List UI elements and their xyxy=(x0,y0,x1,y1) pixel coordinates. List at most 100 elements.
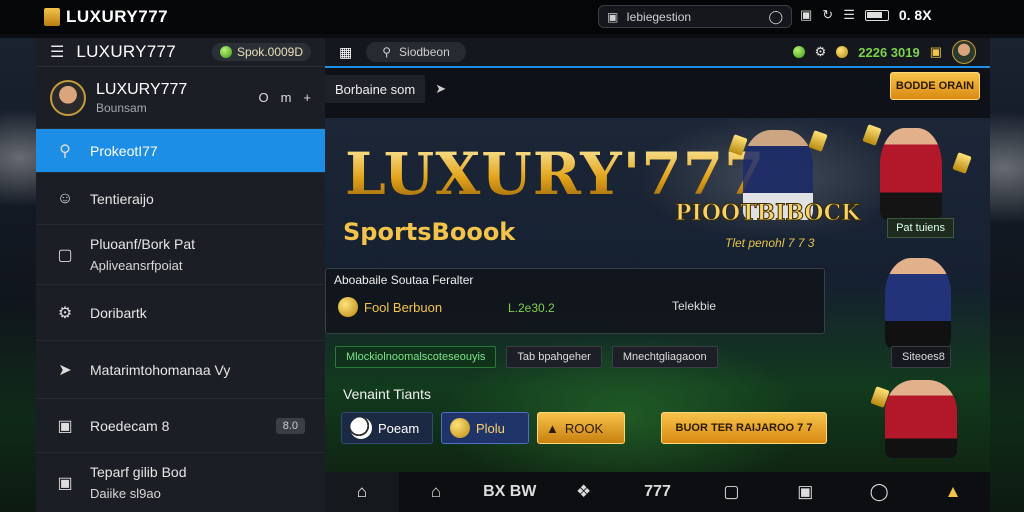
game-button-label: Plolu xyxy=(476,420,505,436)
trophy-icon: ▲ xyxy=(546,420,559,436)
reload-icon[interactable]: ◯ xyxy=(768,9,783,25)
soccer-ball-icon xyxy=(350,417,372,439)
sidebar-item-3[interactable]: ⚙ Doribartk xyxy=(36,284,325,340)
game-button-label: ROOK xyxy=(564,420,604,436)
gear-icon: ⚙ xyxy=(57,304,73,322)
sidebar-item-4[interactable]: ➤ Matarimtohomanaa Vy xyxy=(36,340,325,398)
profile-subtitle: Bounsam xyxy=(96,100,147,115)
balance-pill[interactable]: Spok.0009D xyxy=(211,43,311,61)
chip[interactable]: Mlockiolnoomalscoteseouyis xyxy=(335,346,497,368)
bookmark-icon[interactable]: ▣ xyxy=(768,472,842,512)
sidebar-item-count: 8.0 xyxy=(275,417,305,434)
chat-icon: ▣ xyxy=(57,474,73,492)
wallet-icon[interactable]: ▣ xyxy=(930,44,942,60)
section-title: Venaint Tiants xyxy=(343,386,431,402)
grid-icon[interactable]: ▦ xyxy=(339,44,352,61)
clock: 0. 8X xyxy=(898,7,932,23)
avatar[interactable] xyxy=(952,40,976,64)
search-icon: ⚲ xyxy=(382,45,392,59)
player-figure xyxy=(885,380,957,458)
share-icon[interactable]: ➤ xyxy=(435,81,446,97)
bottom-nav-text[interactable]: BX BW xyxy=(473,472,547,512)
download-icon: ▣ xyxy=(57,417,73,435)
sidebar-item-label: Doribartk xyxy=(90,304,147,321)
panel-title: Aboabaile Soutaa Feralter xyxy=(334,273,474,287)
bell-icon[interactable]: ▲ xyxy=(916,472,990,512)
shield-icon[interactable]: ◯ xyxy=(842,472,916,512)
hero-banner: LUXURY'777 SportsBoook PIOOTBIBOCK Tlet … xyxy=(325,118,990,478)
sidebar-item-1[interactable]: ☺ Tentieraijo xyxy=(36,172,325,224)
hero-sportsbook-label: SportsBoook xyxy=(343,218,516,246)
sidebar-item-label: Pluoanf/Bork Pat xyxy=(90,236,196,252)
gem-icon[interactable] xyxy=(792,46,805,58)
puzzle-icon[interactable]: ❖ xyxy=(547,472,621,512)
sidebar-brand: LUXURY777 xyxy=(76,42,177,61)
search-icon: ⚲ xyxy=(59,142,71,160)
sync-icon: ↻ xyxy=(822,7,834,22)
sidebar: ☰ LUXURY777 Spok.0009D LUXURY777 Bounsam… xyxy=(36,38,325,512)
app-logo: LUXURY777 xyxy=(44,7,168,27)
bet-panel: Aboabaile Soutaa Feralter Fool Berbuon L… xyxy=(325,268,825,334)
profile-control-1[interactable]: m xyxy=(281,90,292,105)
home-outline-icon[interactable]: ⌂ xyxy=(399,472,473,512)
profile-name: LUXURY777 xyxy=(96,80,188,98)
chip[interactable]: Mnechtgliagaoon xyxy=(611,346,718,368)
app-frame: ☰ LUXURY777 Spok.0009D LUXURY777 Bounsam… xyxy=(36,38,990,512)
sidebar-item-sub: Apliveansrfpoiat xyxy=(90,258,183,273)
square-icon: ▢ xyxy=(57,246,73,264)
hero-tag[interactable]: Pat tuiens xyxy=(887,218,954,238)
credits-value: 2226 3019 xyxy=(858,44,920,60)
coin-icon xyxy=(836,46,849,58)
panel-right-label: Telekbie xyxy=(672,299,717,313)
url-bar[interactable]: ▣ Iebiegestion ◯ xyxy=(598,5,792,28)
sub-header: Borbaine som ➤ BODDE ORAIN xyxy=(325,68,990,110)
hero-badge: PIOOTBIBOCK xyxy=(674,200,861,227)
profile-control-2[interactable]: + xyxy=(303,90,311,105)
breadcrumb[interactable]: Borbaine som xyxy=(325,75,426,103)
game-button-label: Poeam xyxy=(378,420,420,436)
chip[interactable]: Siteoes8 xyxy=(891,346,951,368)
screenshot-icon[interactable]: ▣ xyxy=(800,7,812,23)
search-label: Siodbeon xyxy=(399,45,450,59)
profile-control-0[interactable]: O xyxy=(258,90,268,105)
gold-bar-icon xyxy=(808,130,828,152)
profile-controls: O m + xyxy=(258,90,311,105)
gear-icon[interactable]: ⚙ xyxy=(815,44,827,60)
balance-text: Spok.0009D xyxy=(236,45,303,59)
game-button-0[interactable]: Poeam xyxy=(341,412,433,444)
sidebar-item-label: Matarimtohomanaa Vy xyxy=(90,361,231,378)
sidebar-item-5[interactable]: ▣ Roedecam 8 8.0 xyxy=(36,398,325,452)
menu-icon[interactable]: ☰ xyxy=(50,42,64,62)
app-title: LUXURY777 xyxy=(66,7,169,26)
sidebar-item-label: Roedecam 8 xyxy=(90,417,170,434)
chip[interactable]: Tab bpahgeher xyxy=(506,346,602,368)
panel-item-label: Fool Berbuon xyxy=(364,299,443,315)
square-icon[interactable]: ▢ xyxy=(694,472,768,512)
sidebar-item-label: Teparf gilib Bod xyxy=(90,464,187,480)
sidebar-item-6[interactable]: ▣ Teparf gilib Bod Daiike sl9ao xyxy=(36,452,325,512)
user-icon: ☺ xyxy=(56,189,74,207)
battery-icon xyxy=(864,9,889,21)
profile-card[interactable]: LUXURY777 Bounsam O m + xyxy=(36,66,325,128)
big-cta-button[interactable]: BUOR TER RAIJAROO 7 7 xyxy=(661,412,827,444)
sidebar-item-label: ProkeotI77 xyxy=(90,142,158,159)
send-icon: ➤ xyxy=(58,361,72,379)
search-pill[interactable]: ⚲ Siodbeon xyxy=(366,42,466,62)
hero-badge-sub: Tlet penohl 7 7 3 xyxy=(725,236,815,250)
logo-icon xyxy=(44,8,60,26)
sidebar-item-2[interactable]: ▢ Pluoanf/Bork Pat Apliveansrfpoiat xyxy=(36,224,325,284)
bottom-nav-777[interactable]: 777 xyxy=(621,472,695,512)
panel-item[interactable]: Fool Berbuon xyxy=(338,297,442,317)
panel-item-value: L.2e30.2 xyxy=(508,301,555,315)
gold-bar-icon xyxy=(862,124,882,146)
avatar xyxy=(50,79,86,116)
topbar-right: ⚙ 2226 3019 ▣ xyxy=(792,40,976,64)
coin-icon xyxy=(338,297,358,317)
game-buttons: Poeam Plolu ▲ ROOK xyxy=(341,412,625,444)
game-button-2[interactable]: ▲ ROOK xyxy=(537,412,625,444)
chip-row: Mlockiolnoomalscoteseouyis Tab bpahgeher… xyxy=(335,346,951,368)
sidebar-item-0[interactable]: ⚲ ProkeotI77 xyxy=(36,128,325,172)
header-cta-button[interactable]: BODDE ORAIN xyxy=(890,72,980,100)
home-icon[interactable]: ⌂ xyxy=(325,472,399,512)
game-button-1[interactable]: Plolu xyxy=(441,412,529,444)
